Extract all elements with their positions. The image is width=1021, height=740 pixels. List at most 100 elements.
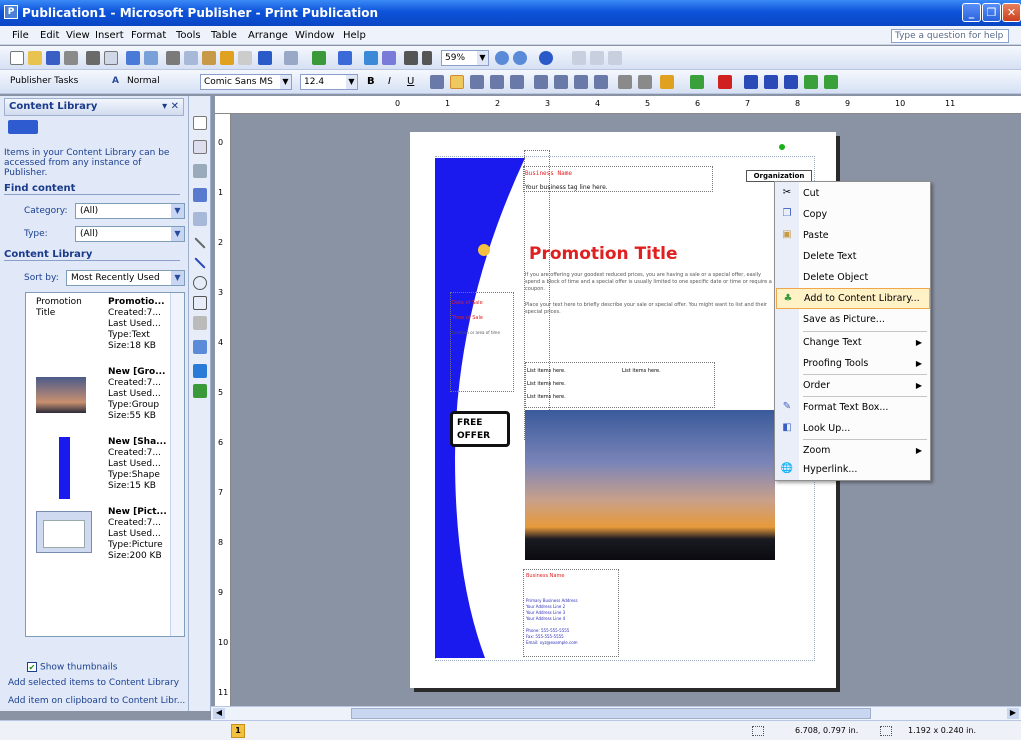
date-box[interactable] <box>450 292 514 392</box>
text-box-icon[interactable] <box>193 140 207 154</box>
ask-question-input[interactable]: Type a question for help <box>891 29 1009 43</box>
menu-item-delete-text[interactable]: Delete Text <box>776 246 930 267</box>
menu-item-look-up[interactable]: ◧ Look Up... <box>776 418 930 439</box>
publisher-tasks-button[interactable]: Publisher Tasks <box>10 76 78 86</box>
menu-item-format-text-box[interactable]: ✎ Format Text Box... <box>776 397 930 418</box>
location-text[interactable]: Location or area of time <box>452 330 510 335</box>
menu-item-change-text[interactable]: Change Text ▶ <box>776 332 930 353</box>
page-navigation-button[interactable]: 1 <box>231 724 245 738</box>
menu-item-save-as-picture[interactable]: Save as Picture... <box>776 309 930 330</box>
menu-item-order[interactable]: Order ▶ <box>776 375 930 396</box>
menu-item-delete-object[interactable]: Delete Object <box>776 267 930 288</box>
menu-format[interactable]: Format <box>131 30 166 41</box>
menu-item-hyperlink[interactable]: 🌐 Hyperlink... <box>776 459 930 480</box>
add-selected-link[interactable]: Add selected items to Content Library <box>8 678 179 688</box>
menu-help[interactable]: Help <box>343 30 366 41</box>
bullets-icon[interactable] <box>554 75 568 89</box>
task-pane-title[interactable]: Content Library ▾ ✕ <box>4 98 184 116</box>
menu-item-proofing-tools[interactable]: Proofing Tools ▶ <box>776 353 930 374</box>
zoom-out-icon[interactable] <box>495 51 509 65</box>
wordart-icon[interactable] <box>193 188 207 202</box>
zoom-field[interactable]: 59% ▼ <box>441 50 489 66</box>
autoshapes-icon[interactable] <box>193 316 207 330</box>
bold-button[interactable]: B <box>367 76 375 87</box>
save-icon[interactable] <box>46 51 60 65</box>
help-icon[interactable] <box>539 51 553 65</box>
line-color-icon[interactable] <box>690 75 704 89</box>
font-size-field[interactable]: 12.4 ▼ <box>300 74 358 90</box>
back-forward-icon[interactable] <box>8 120 38 134</box>
italic-button[interactable]: I <box>388 76 391 87</box>
numbering-icon[interactable] <box>534 75 548 89</box>
print-preview-icon[interactable] <box>104 51 118 65</box>
close-pane-icon[interactable]: ▾ ✕ <box>162 99 179 115</box>
insert-table-icon[interactable] <box>193 164 207 178</box>
menu-view[interactable]: View <box>66 30 90 41</box>
align-right-icon[interactable] <box>470 75 484 89</box>
date-of-sale-text[interactable]: Date of Sale <box>452 300 483 306</box>
undo-icon[interactable] <box>258 51 272 65</box>
zoom-in-icon[interactable] <box>513 51 527 65</box>
increase-indent-icon[interactable] <box>594 75 608 89</box>
design-gallery-icon[interactable] <box>193 364 207 378</box>
promotion-title[interactable]: Promotion Title <box>529 244 677 264</box>
menu-arrange[interactable]: Arrange <box>248 30 288 41</box>
picture-frame-icon[interactable] <box>193 212 207 226</box>
columns-icon[interactable] <box>364 51 378 65</box>
arrow-style-icon[interactable] <box>784 75 798 89</box>
dash-style-icon[interactable] <box>764 75 778 89</box>
redo-icon[interactable] <box>284 51 298 65</box>
underline-button[interactable]: U <box>407 76 414 87</box>
menu-tools[interactable]: Tools <box>176 30 201 41</box>
line-icon[interactable] <box>194 237 206 249</box>
permission-icon[interactable] <box>64 51 78 65</box>
decrease-indent-icon[interactable] <box>574 75 588 89</box>
content-library-list[interactable]: Promotion Title Promotio... Created:7... L… <box>25 292 185 637</box>
print-icon[interactable] <box>86 51 100 65</box>
footer-address[interactable]: Primary Business Address Your Address Lin… <box>526 598 578 622</box>
columns-text-icon[interactable] <box>404 51 418 65</box>
decrease-font-icon[interactable] <box>618 75 632 89</box>
publication-page[interactable]: Business Name Your business tag line her… <box>410 132 836 688</box>
fill-color-icon[interactable] <box>660 75 674 89</box>
rectangle-icon[interactable] <box>193 296 207 310</box>
special-characters-icon[interactable] <box>422 51 432 65</box>
list-items-column-1[interactable]: List items here. List items here. List ite… <box>527 365 566 404</box>
oval-icon[interactable] <box>193 276 207 290</box>
menu-table[interactable]: Table <box>211 30 237 41</box>
rotation-handle[interactable] <box>779 144 785 150</box>
line-style-icon[interactable] <box>744 75 758 89</box>
align-center-icon[interactable] <box>450 75 464 89</box>
3d-style-icon[interactable] <box>824 75 838 89</box>
menu-file[interactable]: File <box>12 30 29 41</box>
menu-item-add-to-content-library[interactable]: ♣ Add to Content Library... <box>776 288 930 309</box>
menu-item-zoom[interactable]: Zoom ▶ <box>776 440 930 461</box>
list-scrollbar[interactable] <box>170 293 184 636</box>
checkbox-checked-icon[interactable]: ✔ <box>27 662 37 672</box>
vertical-ruler[interactable]: 0 1 2 3 4 5 6 7 8 9 10 11 <box>215 114 231 706</box>
menu-item-copy[interactable]: ❐ Copy <box>776 204 930 225</box>
open-icon[interactable] <box>28 51 42 65</box>
category-select[interactable]: (All) ▼ <box>75 203 185 219</box>
close-button[interactable]: ✕ <box>1002 3 1021 22</box>
style-field[interactable]: Normal <box>124 74 198 90</box>
horizontal-scrollbar[interactable]: ◀ ▶ <box>211 706 1021 720</box>
menu-item-cut[interactable]: ✂ Cut <box>776 183 930 204</box>
format-painter-icon[interactable] <box>220 51 234 65</box>
send-backward-icon[interactable] <box>338 51 352 65</box>
add-clipboard-link[interactable]: Add item on clipboard to Content Libr... <box>8 696 185 706</box>
research-icon[interactable] <box>144 51 158 65</box>
type-select[interactable]: (All) ▼ <box>75 226 185 242</box>
time-of-sale-text[interactable]: Time of Sale <box>452 315 483 321</box>
minimize-button[interactable]: _ <box>962 3 981 22</box>
new-icon[interactable] <box>10 51 24 65</box>
font-color-icon[interactable] <box>718 75 732 89</box>
menu-edit[interactable]: Edit <box>40 30 59 41</box>
scroll-thumb[interactable] <box>351 708 871 719</box>
font-field[interactable]: Comic Sans MS ▼ <box>200 74 292 90</box>
select-objects-icon[interactable] <box>193 116 207 130</box>
menu-window[interactable]: Window <box>295 30 334 41</box>
footer-contact[interactable]: Phone: 555-555-5555 Fax: 555-555-5555 Emai… <box>526 628 578 646</box>
menu-insert[interactable]: Insert <box>95 30 124 41</box>
paste-icon[interactable] <box>202 51 216 65</box>
